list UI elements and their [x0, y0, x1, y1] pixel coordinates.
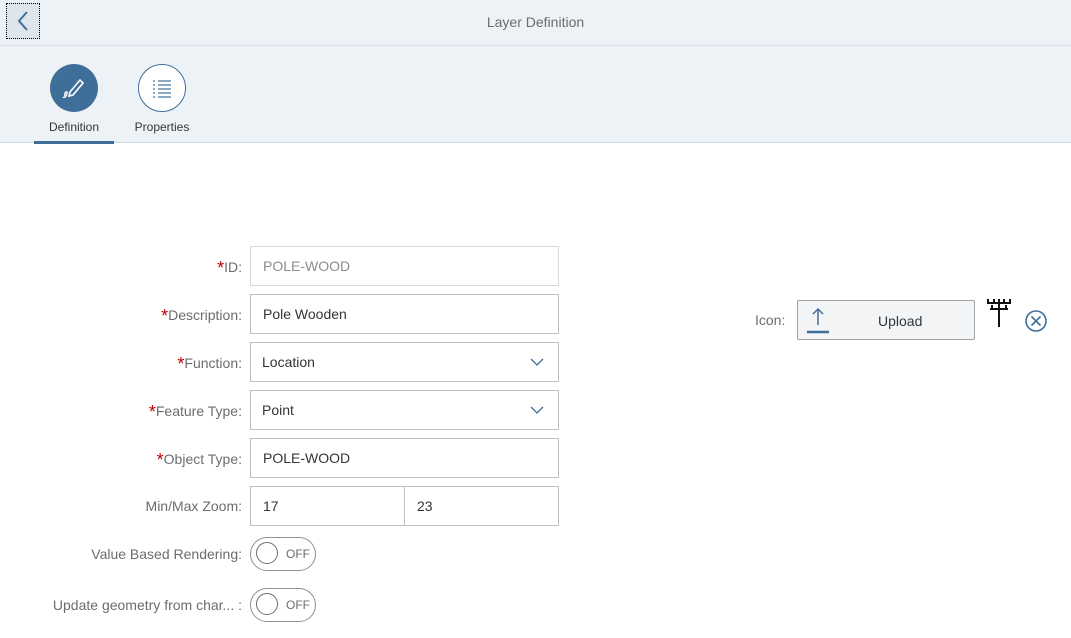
required-marker: *	[177, 354, 185, 374]
required-marker: *	[217, 258, 225, 278]
tab-definition[interactable]: Definition	[34, 46, 114, 144]
switch-state: OFF	[286, 547, 310, 561]
function-label: *Function:	[177, 352, 242, 374]
description-label-text: Description:	[168, 307, 242, 323]
switch-knob	[256, 593, 278, 615]
object-type-field[interactable]: POLE-WOOD	[250, 438, 559, 478]
utility-pole-icon	[987, 299, 1011, 327]
upload-icon	[807, 307, 829, 334]
pencil-icon	[62, 78, 85, 99]
page-header: Layer Definition	[0, 0, 1071, 46]
object-type-label: *Object Type:	[156, 448, 242, 470]
id-label-text: ID:	[224, 259, 242, 275]
chevron-down-icon	[530, 358, 544, 366]
update-geometry-switch[interactable]: OFF	[250, 588, 316, 622]
tab-properties-circle	[138, 64, 186, 112]
update-geometry-label: Update geometry from char... :	[52, 597, 242, 613]
icon-label: Icon:	[755, 312, 786, 328]
value-based-rendering-switch[interactable]: OFF	[250, 537, 316, 571]
zoom-label: Min/Max Zoom:	[145, 498, 242, 514]
object-type-label-text: Object Type:	[163, 451, 242, 467]
required-marker: *	[148, 402, 156, 422]
feature-type-value: Point	[262, 402, 294, 418]
switch-knob	[256, 542, 278, 564]
tab-definition-label: Definition	[48, 120, 100, 134]
feature-type-label-text: Feature Type:	[155, 403, 242, 419]
upload-button[interactable]: Upload	[797, 300, 975, 340]
tab-definition-circle	[50, 64, 98, 112]
id-label: *ID:	[217, 256, 242, 278]
function-value: Location	[262, 354, 315, 370]
feature-type-select[interactable]: Point	[250, 390, 559, 430]
list-icon	[153, 80, 171, 98]
chevron-down-icon	[530, 406, 544, 414]
max-zoom-field[interactable]: 23	[404, 486, 559, 526]
clear-circle-icon[interactable]	[1024, 309, 1048, 333]
value-based-rendering-label: Value Based Rendering:	[91, 546, 242, 562]
required-marker: *	[161, 306, 169, 326]
feature-type-label: *Feature Type:	[148, 400, 242, 422]
function-label-text: Function:	[184, 355, 242, 371]
function-select[interactable]: Location	[250, 342, 559, 382]
description-label: *Description:	[161, 304, 242, 326]
tab-properties-label: Properties	[134, 120, 190, 134]
switch-state: OFF	[286, 598, 310, 612]
id-field[interactable]: POLE-WOOD	[250, 246, 559, 286]
tab-properties[interactable]: Properties	[122, 46, 202, 143]
page-title: Layer Definition	[486, 14, 585, 30]
min-zoom-field[interactable]: 17	[250, 486, 405, 526]
description-field[interactable]: Pole Wooden	[250, 294, 559, 334]
upload-label: Upload	[878, 313, 923, 329]
icon-tab-bar: Definition Properties	[0, 46, 1071, 144]
required-marker: *	[156, 450, 164, 470]
